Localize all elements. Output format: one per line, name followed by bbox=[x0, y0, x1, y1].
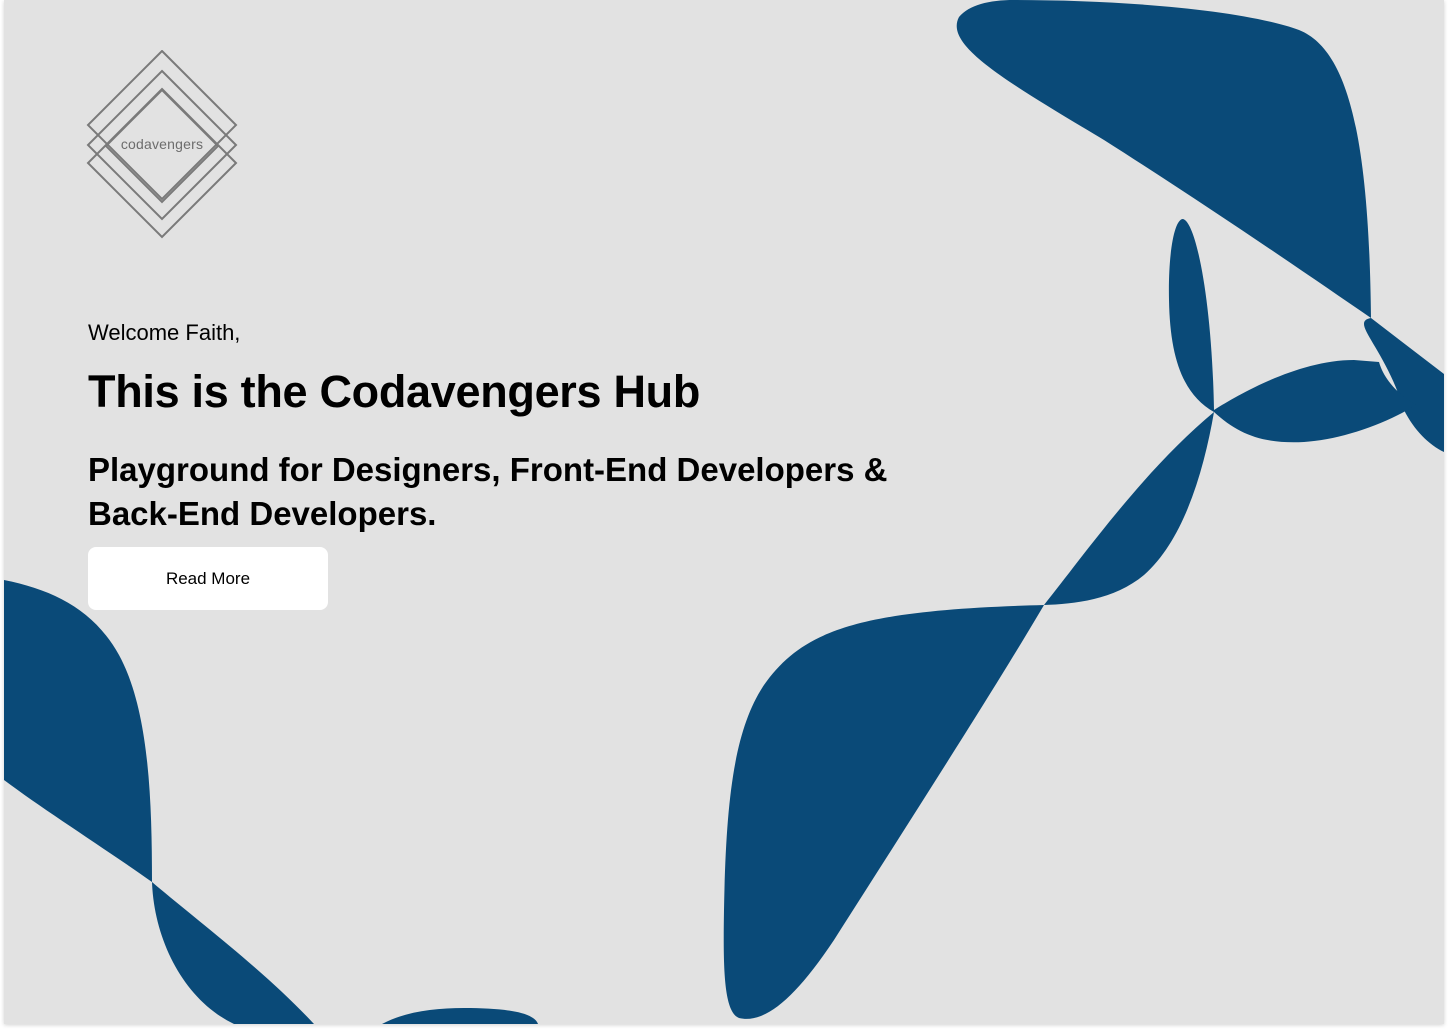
page-subtitle: Playground for Designers, Front-End Deve… bbox=[88, 451, 888, 532]
hero-frame: codavengers Welcome Faith, This is the C… bbox=[4, 0, 1444, 1024]
page-title: This is the Codavengers Hub bbox=[88, 366, 701, 417]
read-more-button[interactable]: Read More bbox=[88, 547, 328, 610]
logo-wordmark: codavengers bbox=[120, 136, 204, 152]
brand-logo[interactable]: codavengers bbox=[86, 50, 238, 240]
wave-shape-bottom-left bbox=[4, 580, 314, 1024]
wave-shape-bottom-center bbox=[382, 1008, 538, 1024]
welcome-message: Welcome Faith, bbox=[88, 320, 241, 345]
